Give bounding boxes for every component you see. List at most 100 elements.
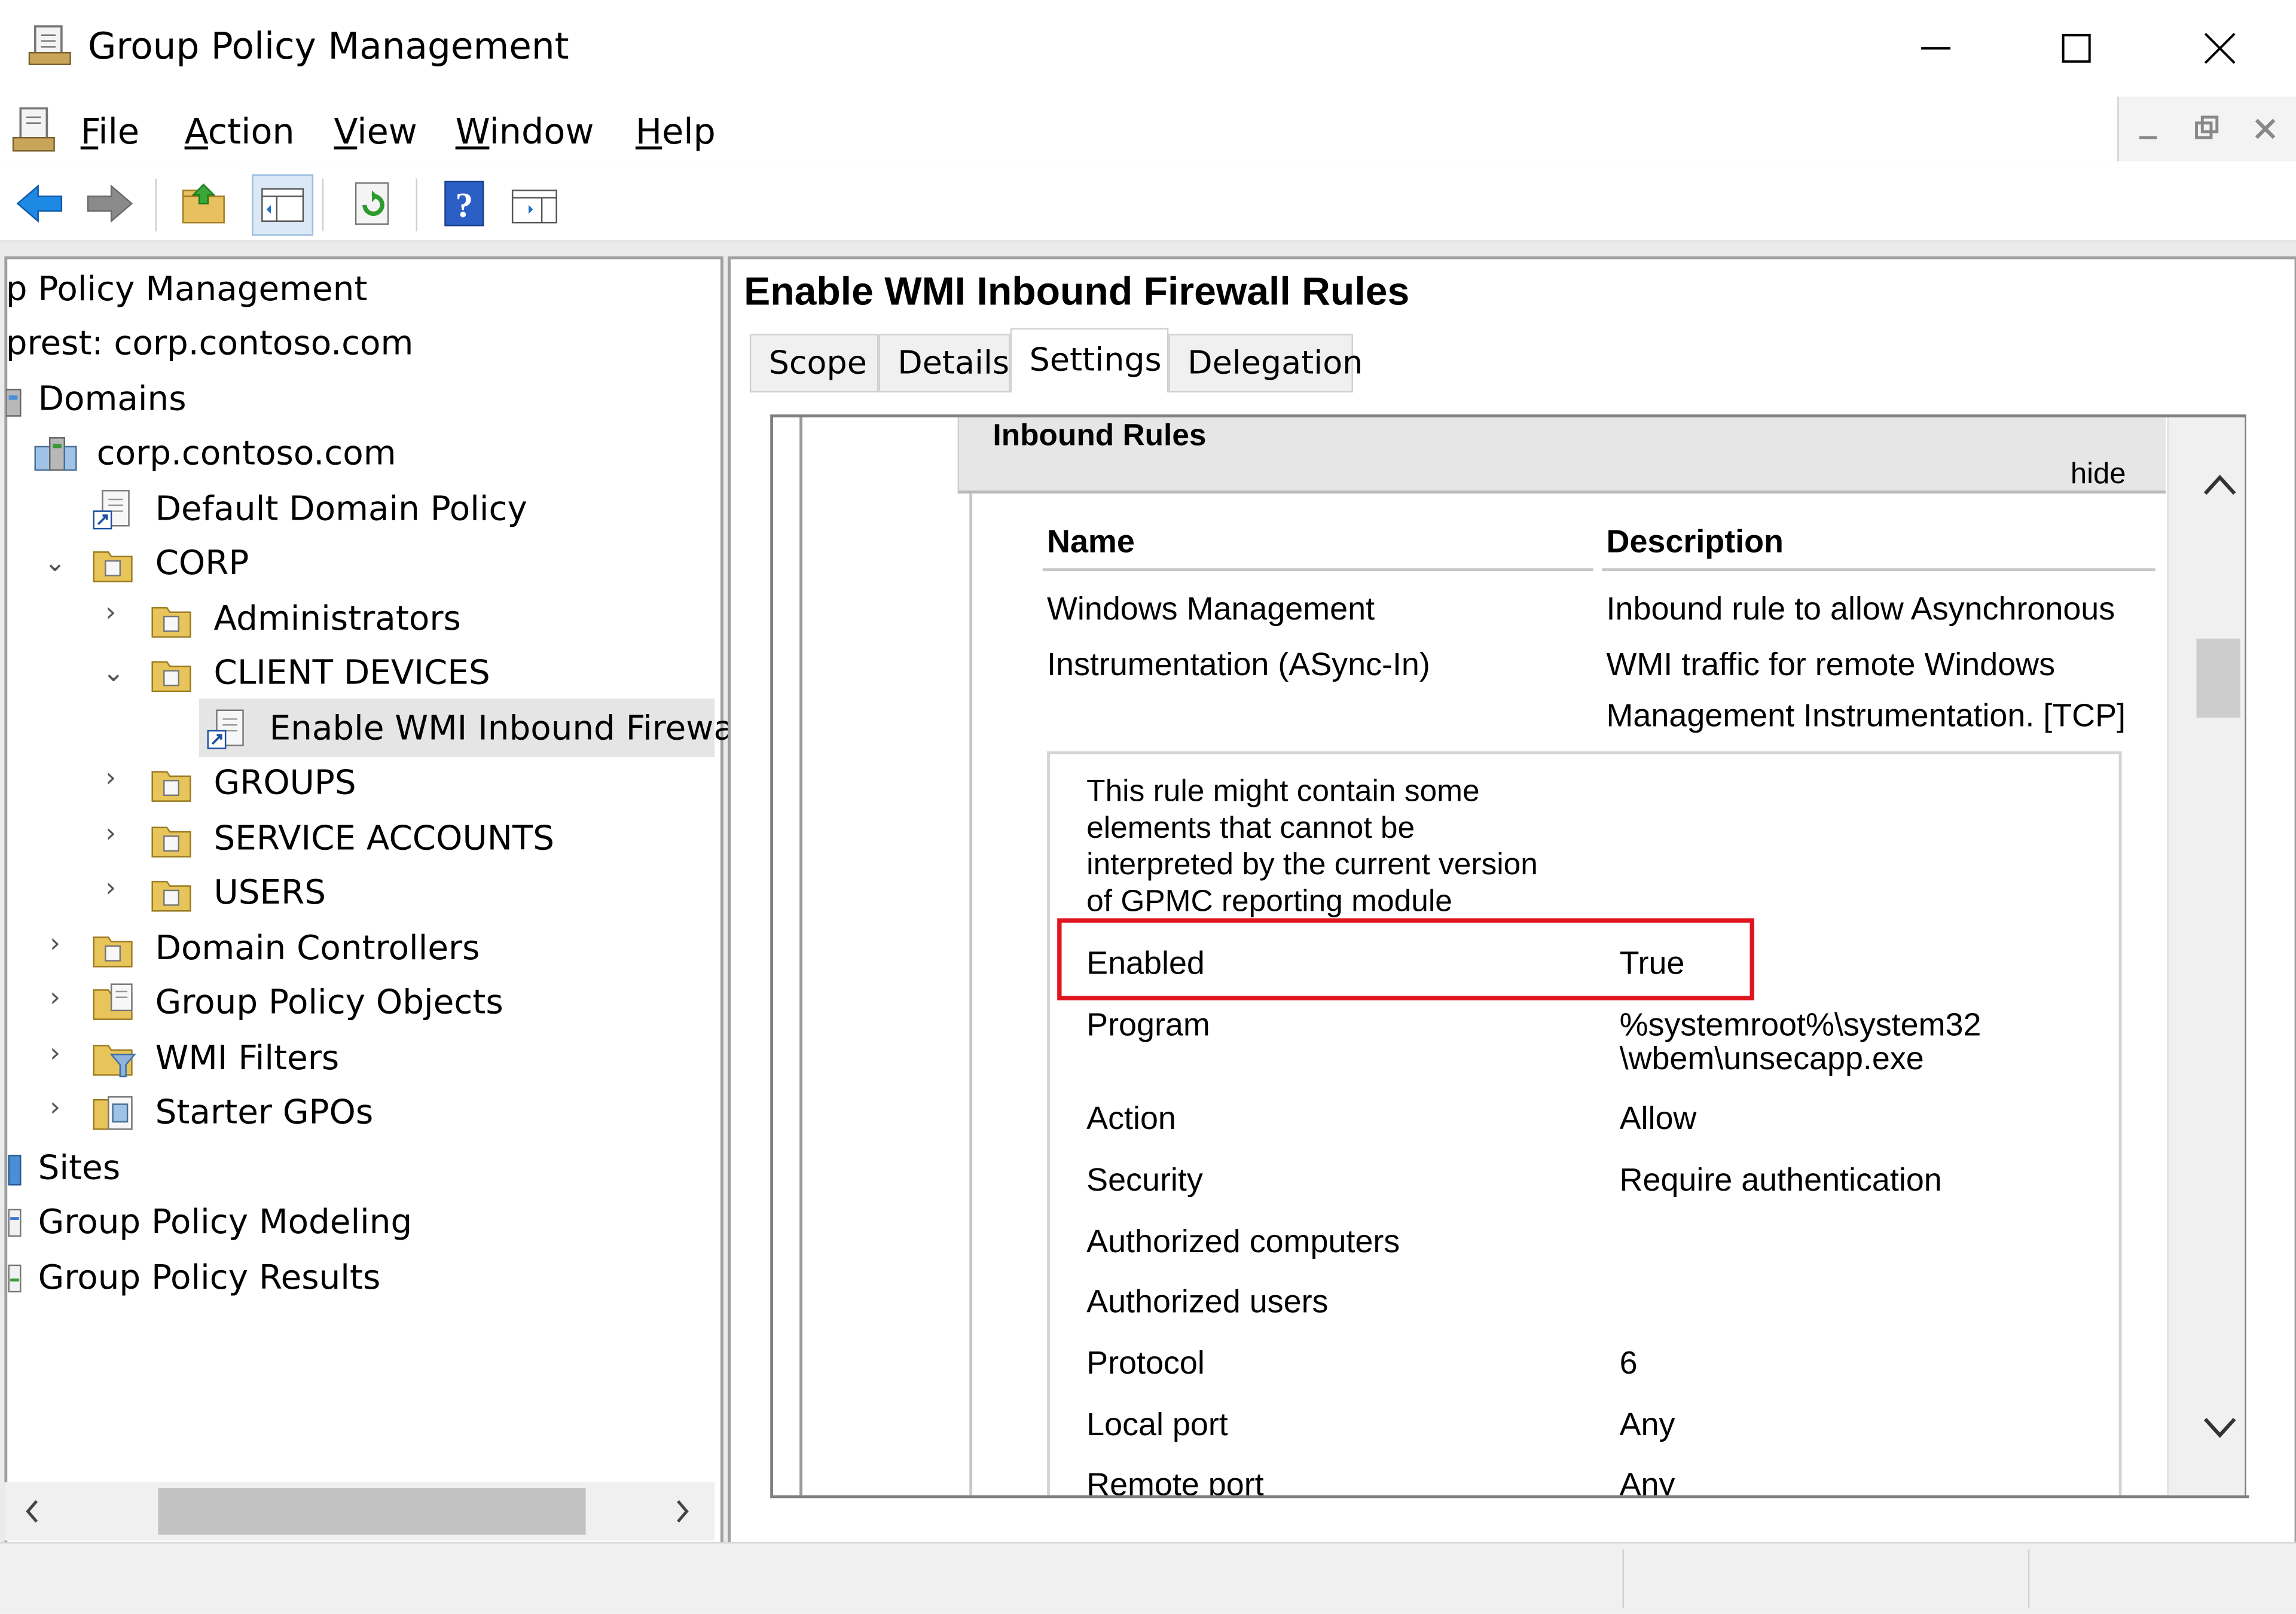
menu-window[interactable]: Window xyxy=(456,111,594,152)
chevron-right-icon[interactable]: › xyxy=(50,1093,60,1123)
tree-item-group-policy-objects[interactable]: Group Policy Objects xyxy=(91,977,503,1029)
modeling-icon xyxy=(8,1209,22,1237)
tree-scroll-thumb[interactable] xyxy=(158,1488,586,1535)
tree-item-label: SERVICE ACCOUNTS xyxy=(213,820,554,859)
chevron-right-icon[interactable]: › xyxy=(50,983,60,1013)
hide-link[interactable]: hide xyxy=(2071,459,2126,492)
prop-action-label: Action xyxy=(1086,1100,1176,1137)
scroll-left-icon[interactable] xyxy=(20,1497,44,1526)
maximize-icon xyxy=(2062,33,2091,63)
chevron-down-icon[interactable]: ⌄ xyxy=(102,658,124,688)
ou-folder-icon xyxy=(93,936,133,968)
child-window-controls xyxy=(2117,96,2296,161)
menu-bar: File Action View Window Help xyxy=(0,93,2296,169)
menu-help[interactable]: Help xyxy=(636,111,716,152)
tree-item-enable-wmi[interactable]: Enable WMI Inbound Firewa xyxy=(205,703,734,756)
report-scroll-thumb[interactable] xyxy=(2196,638,2240,718)
prop-security-label: Security xyxy=(1086,1161,1203,1198)
tree-item-forest[interactable]: prest: corp.contoso.com xyxy=(6,318,414,370)
tree-item-default-domain-policy[interactable]: Default Domain Policy xyxy=(91,483,527,536)
prop-action-value: Allow xyxy=(1619,1100,1697,1137)
child-restore-button[interactable] xyxy=(2186,111,2227,149)
scroll-up-icon[interactable] xyxy=(2199,466,2240,504)
warning-line-2: elements that cannot be xyxy=(1086,811,1415,846)
child-close-button[interactable] xyxy=(2245,111,2286,149)
chevron-right-icon[interactable]: › xyxy=(50,1038,60,1069)
ou-folder-icon xyxy=(151,771,191,802)
prop-program-value-1: %systemroot%\system32 xyxy=(1619,1006,1981,1043)
child-minimize-icon xyxy=(2139,136,2157,139)
chevron-right-icon[interactable]: › xyxy=(105,873,116,904)
toolbar-separator xyxy=(155,178,157,231)
chevron-right-icon[interactable]: › xyxy=(50,929,60,959)
report-vertical-scrollbar[interactable] xyxy=(2167,417,2245,1496)
minimize-icon xyxy=(1921,47,1951,50)
tree-item-domain-controllers[interactable]: Domain Controllers xyxy=(91,923,480,975)
ou-folder-icon xyxy=(151,826,191,858)
menu-action[interactable]: Action xyxy=(185,111,295,152)
tree-item-administrators[interactable]: Administrators xyxy=(149,593,461,646)
chevron-down-icon[interactable]: ⌄ xyxy=(44,548,66,578)
domain-icon xyxy=(34,437,77,471)
minimize-button[interactable] xyxy=(1892,20,1980,76)
chevron-right-icon[interactable]: › xyxy=(105,597,116,628)
chevron-right-icon[interactable]: › xyxy=(105,763,116,794)
show-hide-action-pane-icon[interactable] xyxy=(509,179,559,228)
status-bar xyxy=(0,1542,2296,1614)
tree-item-group-policy-results[interactable]: Group Policy Results xyxy=(6,1252,381,1305)
tree-item-label: Domain Controllers xyxy=(155,930,480,968)
prop-local-port-value: Any xyxy=(1619,1406,1675,1443)
refresh-icon[interactable] xyxy=(349,179,398,228)
column-underline xyxy=(1042,568,1593,572)
tab-delegation[interactable]: Delegation xyxy=(1168,334,1363,393)
help-icon[interactable]: ? xyxy=(439,179,489,228)
close-button[interactable] xyxy=(2176,20,2264,76)
tree-item-client-devices[interactable]: CLIENT DEVICES xyxy=(149,647,490,700)
warning-line-1: This rule might contain some xyxy=(1086,774,1480,808)
mmc-console-icon[interactable] xyxy=(9,105,59,155)
tree-item-label: Enable WMI Inbound Firewa xyxy=(269,710,734,749)
tab-details[interactable]: Details xyxy=(878,334,1010,393)
up-folder-icon[interactable] xyxy=(179,179,228,228)
tree-item-label: Default Domain Policy xyxy=(155,490,527,529)
tree-item-groups[interactable]: GROUPS xyxy=(149,757,356,810)
tree-item-gpm-root[interactable]: p Policy Management xyxy=(6,264,368,316)
tree-item-wmi-filters[interactable]: WMI Filters xyxy=(91,1033,339,1085)
ou-folder-icon xyxy=(151,881,191,912)
tree-item-label: Group Policy Results xyxy=(38,1259,381,1298)
gpo-link-icon xyxy=(207,709,244,749)
tree-item-users[interactable]: USERS xyxy=(149,867,326,920)
chevron-right-icon[interactable]: › xyxy=(105,819,116,849)
gpo-container-icon xyxy=(93,983,133,1020)
show-hide-console-tree-icon[interactable] xyxy=(252,174,314,236)
toolbar-separator xyxy=(416,178,417,231)
prop-protocol-label: Protocol xyxy=(1086,1344,1205,1381)
menu-file[interactable]: File xyxy=(81,111,139,152)
column-header-description: Description xyxy=(1606,523,1784,560)
gpo-link-icon xyxy=(93,490,130,530)
scroll-right-icon[interactable] xyxy=(671,1497,694,1526)
tree-item-label: Group Policy Modeling xyxy=(38,1204,413,1242)
tree-item-label: USERS xyxy=(213,874,326,913)
forward-arrow-icon[interactable] xyxy=(85,179,135,228)
child-minimize-button[interactable] xyxy=(2127,111,2169,149)
tree-item-group-policy-modeling[interactable]: Group Policy Modeling xyxy=(6,1197,412,1249)
menu-view[interactable]: View xyxy=(334,111,417,152)
scroll-down-icon[interactable] xyxy=(2199,1409,2240,1447)
prop-enabled-label: Enabled xyxy=(1086,944,1205,981)
toolbar-separator xyxy=(322,178,324,231)
toolbar: ? xyxy=(0,167,2296,242)
child-close-icon xyxy=(2255,118,2276,139)
maximize-button[interactable] xyxy=(2032,20,2120,76)
prop-enabled-value: True xyxy=(1619,944,1685,981)
tree-item-corp[interactable]: CORP xyxy=(91,538,249,590)
tree-item-domains[interactable]: Domains xyxy=(5,373,187,426)
tab-scope[interactable]: Scope xyxy=(749,334,879,393)
tree-item-starter-gpos[interactable]: Starter GPOs xyxy=(91,1087,373,1139)
tree-item-sites[interactable]: Sites xyxy=(6,1142,120,1195)
results-icon xyxy=(8,1264,22,1293)
back-arrow-icon[interactable] xyxy=(14,179,64,228)
tree-item-service-accounts[interactable]: SERVICE ACCOUNTS xyxy=(149,813,554,865)
tab-settings[interactable]: Settings xyxy=(1010,328,1169,393)
tree-item-domain[interactable]: corp.contoso.com xyxy=(32,428,396,480)
